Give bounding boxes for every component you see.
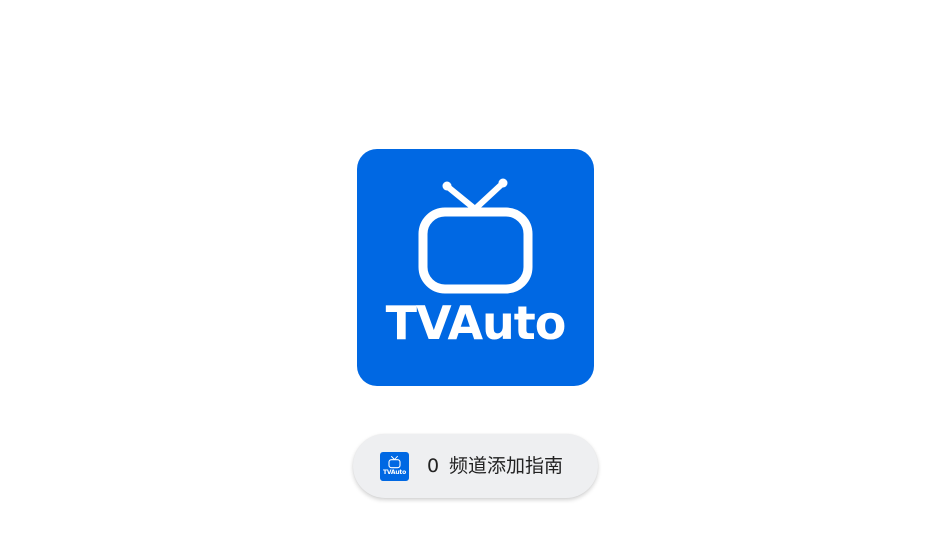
tvauto-icon-wordmark: TVAuto [382,469,407,476]
tvauto-app-icon: TVAuto [380,452,409,481]
channel-guide-label: 频道添加指南 [449,455,564,477]
app-logo: TVAuto [357,149,594,386]
app-logo-wordmark: TVAuto [385,296,567,350]
page: TVAuto TVAuto 0 频道添加指南 [0,0,951,535]
tv-icon [418,178,533,294]
channel-guide-button[interactable]: TVAuto 0 频道添加指南 [353,434,598,498]
channel-count: 0 [427,455,440,477]
